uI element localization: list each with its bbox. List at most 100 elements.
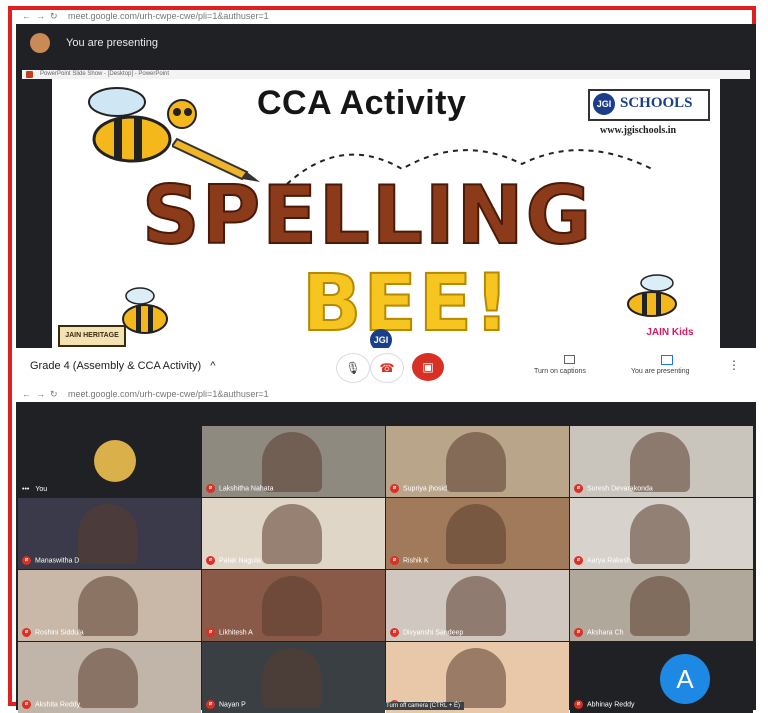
forward-icon[interactable]: → bbox=[36, 11, 45, 21]
powerpoint-titlebar: PowerPoint Slide Show - [Desktop] - Powe… bbox=[22, 70, 750, 79]
presentation-stage: PowerPoint Slide Show - [Desktop] - Powe… bbox=[16, 64, 756, 348]
reload-icon[interactable]: ↻ bbox=[50, 389, 58, 400]
mic-off-icon: ⌀ bbox=[574, 556, 583, 565]
participant-initial-avatar: A bbox=[660, 654, 710, 704]
captions-button-label[interactable]: Turn on captions bbox=[534, 368, 586, 375]
slide-title: CCA Activity bbox=[257, 84, 467, 122]
mic-off-icon: ⌀ bbox=[574, 484, 583, 493]
chevron-up-icon[interactable]: ^ bbox=[210, 360, 215, 372]
participant-tile[interactable]: ⌀ Suresh Devarakonda bbox=[570, 426, 753, 497]
participant-name-text: Manaswitha D bbox=[35, 557, 80, 565]
participant-name: ⌀ Manaswitha D bbox=[22, 556, 79, 565]
participant-video bbox=[262, 576, 322, 636]
slide: CCA Activity JGI SCHOOLS www.jgischools.… bbox=[52, 79, 720, 348]
participant-name-text: Supriya jhosid bbox=[403, 485, 447, 493]
participant-video bbox=[78, 504, 138, 564]
participant-name-text: Nayan P bbox=[219, 701, 246, 709]
meeting-name: Grade 4 (Assembly & CCA Activity) bbox=[30, 360, 202, 372]
participant-tile[interactable]: ⌀ Rishik K bbox=[386, 498, 569, 569]
participant-name: ⌀ Roshini Siddula bbox=[22, 628, 84, 637]
more-options-icon[interactable]: ⋮ bbox=[728, 358, 740, 372]
back-icon[interactable]: ← bbox=[22, 389, 31, 399]
participant-name: ⌀ Likhitesh A bbox=[206, 628, 253, 637]
mic-off-icon: ⌀ bbox=[206, 628, 215, 637]
participant-name-text: Likhitesh A bbox=[219, 629, 253, 637]
participant-tile[interactable]: ⌀ Akshita Reddy bbox=[18, 642, 201, 713]
participant-name-text: Abhinay Reddy bbox=[587, 701, 635, 709]
meeting-details[interactable]: Grade 4 (Assembly & CCA Activity) ^ bbox=[30, 360, 215, 372]
participant-name-text: Akshita Reddy bbox=[35, 701, 81, 709]
participant-tile[interactable]: ••• You bbox=[18, 426, 201, 497]
presenting-banner: You are presenting bbox=[16, 24, 756, 64]
jain-kids-logo: JAIN Kids bbox=[646, 327, 694, 338]
browser-address-bar-top[interactable]: ← → ↻ meet.google.com/urh-cwpe-cwe/pli=1… bbox=[16, 10, 756, 24]
jgi-logo-text: SCHOOLS bbox=[620, 95, 693, 111]
participant-video bbox=[262, 432, 322, 492]
reload-icon[interactable]: ↻ bbox=[50, 11, 58, 22]
leave-call-button[interactable]: ☎ bbox=[370, 353, 404, 383]
participant-name: ⌀ Nayan P bbox=[206, 700, 246, 709]
mic-off-icon: ⌀ bbox=[390, 484, 399, 493]
participant-video bbox=[630, 504, 690, 564]
participant-video bbox=[446, 432, 506, 492]
participant-video bbox=[446, 648, 506, 708]
participant-video bbox=[630, 432, 690, 492]
screenshot-frame: ← → ↻ meet.google.com/urh-cwpe-cwe/pli=1… bbox=[8, 6, 756, 713]
powerpoint-title: PowerPoint Slide Show - [Desktop] - Powe… bbox=[40, 71, 170, 77]
participant-name-text: Rishik K bbox=[403, 557, 429, 565]
participant-tile[interactable]: ⌀ Roshini Siddula bbox=[18, 570, 201, 641]
participant-tile[interactable]: ⌀ Likhitesh A bbox=[202, 570, 385, 641]
url-text: meet.google.com/urh-cwpe-cwe/pli=1&authu… bbox=[68, 389, 269, 399]
participant-grid: ••• You ⌀ Lakshitha Nahata ⌀ Supriya jhosid ⌀ S… bbox=[16, 402, 756, 713]
mic-toggle-button[interactable]: 🎙 bbox=[336, 353, 370, 383]
participant-name: ⌀ Abhinay Reddy bbox=[574, 700, 634, 709]
jgi-schools-logo: JGI SCHOOLS bbox=[588, 89, 710, 121]
participant-tile[interactable]: A ⌀ Abhinay Reddy bbox=[570, 642, 753, 713]
participant-name: ⌀ Aarya Rakesh bbox=[574, 556, 631, 565]
participant-tile[interactable]: ⌀ Supriya jhosid bbox=[386, 426, 569, 497]
presenter-avatar bbox=[30, 33, 50, 53]
participant-video bbox=[446, 504, 506, 564]
mic-off-icon: ⌀ bbox=[206, 556, 215, 565]
participant-name: ••• You bbox=[22, 486, 47, 493]
camera-toggle-button[interactable]: ▣ bbox=[412, 353, 444, 381]
participant-name-text: You bbox=[35, 486, 48, 493]
present-icon[interactable] bbox=[661, 355, 673, 365]
mic-off-icon: ⌀ bbox=[390, 628, 399, 637]
browser-address-bar-bottom[interactable]: ← → ↻ meet.google.com/urh-cwpe-cwe/pli=1… bbox=[16, 388, 756, 402]
participant-name: ⌀ Rishik K bbox=[390, 556, 429, 565]
participant-name-text: Divyanshi Sandeep bbox=[403, 629, 464, 637]
presenting-button-label[interactable]: You are presenting bbox=[631, 368, 690, 375]
slide-headline-bee: BEE! bbox=[301, 258, 512, 348]
participant-name: ⌀ Palak Nagula bbox=[206, 556, 261, 565]
participant-name-text: Lakshitha Nahata bbox=[219, 485, 274, 493]
participant-tile[interactable]: ⌀ Nayan P bbox=[202, 642, 385, 713]
camera-off-icon: ▣ bbox=[422, 360, 434, 374]
participant-tile[interactable]: ⌀ Manaswitha D bbox=[18, 498, 201, 569]
jain-heritage-logo: JAIN HERITAGE bbox=[58, 325, 126, 347]
participant-tile[interactable]: ⌀ Aarya Rakesh bbox=[570, 498, 753, 569]
participant-tile[interactable]: ⌀ Palak Nagula bbox=[202, 498, 385, 569]
participant-name-text: Roshini Siddula bbox=[35, 629, 84, 637]
mic-off-icon: ⌀ bbox=[22, 628, 31, 637]
captions-icon[interactable] bbox=[564, 355, 575, 364]
participant-video bbox=[630, 576, 690, 636]
jgi-logo-mark: JGI bbox=[593, 93, 615, 115]
participant-tile[interactable]: ⌀ Divyanshi Sandeep bbox=[386, 570, 569, 641]
participant-name: ⌀ Supriya jhosid bbox=[390, 484, 447, 493]
mic-off-icon: ⌀ bbox=[390, 556, 399, 565]
url-text: meet.google.com/urh-cwpe-cwe/pli=1&authu… bbox=[68, 11, 269, 21]
participant-tile[interactable]: ⌀ Akshara Ch bbox=[570, 570, 753, 641]
more-dots-icon[interactable]: ••• bbox=[22, 486, 29, 493]
participant-name: ⌀ Divyanshi Sandeep bbox=[390, 628, 463, 637]
participant-tile[interactable]: ⌀ Lakshitha Nahata bbox=[202, 426, 385, 497]
participant-video bbox=[262, 504, 322, 564]
back-icon[interactable]: ← bbox=[22, 11, 31, 21]
mic-off-icon: ⌀ bbox=[206, 700, 215, 709]
participant-video bbox=[262, 648, 322, 708]
school-website: www.jgischools.in bbox=[600, 125, 677, 136]
forward-icon[interactable]: → bbox=[36, 389, 45, 399]
participant-name-text: Palak Nagula bbox=[219, 557, 261, 565]
self-avatar bbox=[94, 440, 136, 482]
mic-off-icon: ⌀ bbox=[22, 700, 31, 709]
